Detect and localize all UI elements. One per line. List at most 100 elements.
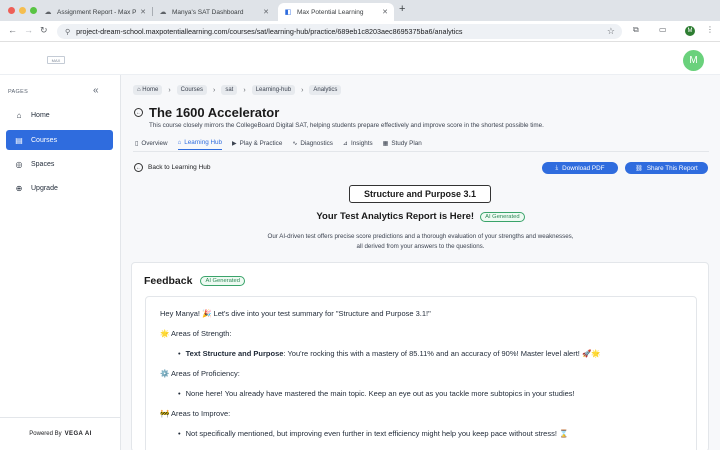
powered-by-brand: VEGA AI — [64, 431, 92, 437]
tab-overview[interactable]: ▯ Overview — [135, 140, 168, 150]
tab-insights[interactable]: ⊿ Insights — [343, 140, 373, 150]
back-arrow-icon[interactable]: ← — [134, 108, 143, 117]
sidebar-item-label: Courses — [31, 136, 58, 144]
sidebar-item-upgrade[interactable]: ⊕ Upgrade — [6, 178, 113, 198]
proficiency-heading: ⚙️ Areas of Proficiency: — [160, 369, 240, 378]
download-pdf-button[interactable]: ⤓ Download PDF — [542, 162, 618, 174]
back-arrow-icon[interactable]: ← — [8, 25, 17, 35]
tab-label: Overview — [141, 139, 168, 147]
book-icon: ▤ — [15, 135, 23, 145]
sidebar-item-courses[interactable]: ▤ Courses — [6, 130, 113, 150]
browser-tab-bar: ☁ Assignment Report - Max Pot ✕ ☁ Manya'… — [0, 0, 720, 21]
collapse-sidebar-icon[interactable]: « — [93, 85, 99, 96]
breadcrumb-sat[interactable]: sat — [221, 85, 238, 95]
maximize-window-button[interactable] — [30, 7, 37, 14]
app-logo[interactable]: MAX — [47, 56, 65, 64]
close-window-button[interactable] — [8, 7, 15, 14]
new-tab-button[interactable]: + — [399, 3, 405, 15]
improve-detail: Not specifically mentioned, but improvin… — [185, 429, 569, 438]
address-bar[interactable]: ⚲ project-dream-school.maxpotentiallearn… — [57, 24, 622, 39]
strength-topic: Text Structure and Purpose — [185, 349, 284, 358]
report-headline-text: Your Test Analytics Report is Here! — [316, 211, 475, 222]
document-icon: ▯ — [135, 140, 139, 147]
bookmark-star-icon[interactable]: ☆ — [607, 26, 615, 37]
site-info-icon[interactable]: ⚲ — [65, 28, 70, 36]
feedback-greeting: Hey Manya! 🎉 Let's dive into your test s… — [160, 309, 431, 318]
improve-heading: 🚧 Areas to Improve: — [160, 409, 231, 418]
main-content: ⌂ Home › Courses › sat › Learning-hub › … — [121, 75, 720, 450]
home-icon: ⌂ — [177, 139, 182, 146]
menu-kebab-icon[interactable]: ⋮ — [706, 25, 714, 34]
feedback-title: Feedback — [144, 275, 193, 287]
sidebar-item-label: Home — [31, 111, 50, 119]
browser-tab-max-potential[interactable]: ◧ Max Potential Learning ✕ — [278, 3, 394, 21]
ai-generated-badge: AI Generated — [480, 211, 525, 222]
course-description: This course closely mirrors the CollegeB… — [149, 122, 544, 129]
breadcrumb-analytics[interactable]: Analytics — [309, 85, 342, 95]
tab-label: Learning Hub — [184, 139, 222, 146]
link-icon: ⛓ — [635, 165, 643, 172]
improve-item: • Not specifically mentioned, but improvi… — [178, 429, 568, 438]
pulse-icon: ∿ — [292, 140, 298, 147]
bullet-icon: • — [178, 349, 181, 358]
calendar-icon: ▦ — [382, 140, 389, 147]
tab-label: Play & Practice — [239, 139, 283, 147]
subnav-divider — [133, 151, 709, 152]
extensions-icon[interactable]: ⧉ — [633, 25, 639, 35]
tab-label: Study Plan — [391, 139, 422, 147]
breadcrumb-home[interactable]: ⌂ Home — [133, 85, 163, 95]
feedback-body: Hey Manya! 🎉 Let's dive into your test s… — [145, 296, 697, 450]
tab-label: Assignment Report - Max Pot — [57, 8, 137, 16]
download-icon: ⤓ — [555, 164, 559, 171]
sidebar-item-spaces[interactable]: ◎ Spaces — [6, 154, 113, 174]
report-description: Our AI-driven test offers precise score … — [121, 232, 720, 251]
tab-diagnostics[interactable]: ∿ Diagnostics — [292, 140, 333, 150]
course-subnav: ▯ Overview ⌂ Learning Hub ▶ Play & Pract… — [135, 139, 432, 150]
back-to-learning-hub-link[interactable]: ← Back to Learning Hub — [134, 163, 211, 172]
strength-item: • Text Structure and Purpose: You're rock… — [178, 349, 601, 358]
sidebar-item-home[interactable]: ⌂ Home — [6, 105, 113, 125]
tab-label: Diagnostics — [300, 139, 333, 147]
tab-label: Insights — [350, 139, 373, 147]
back-arrow-icon: ← — [134, 163, 143, 172]
feedback-card: Feedback AI Generated Hey Manya! 🎉 Let's… — [131, 262, 709, 450]
chart-icon: ⊿ — [342, 140, 348, 147]
cloud-icon: ☁ — [159, 9, 167, 16]
cloud-icon: ☁ — [44, 9, 52, 16]
sidebar-item-label: Spaces — [31, 160, 55, 168]
browser-profile-avatar[interactable]: M — [685, 26, 695, 36]
tab-study-plan[interactable]: ▦ Study Plan — [383, 140, 422, 150]
page-title: The 1600 Accelerator — [149, 105, 280, 120]
browser-tab-assignment-report[interactable]: ☁ Assignment Report - Max Pot ✕ — [38, 3, 152, 21]
tab-learning-hub[interactable]: ⌂ Learning Hub — [177, 139, 222, 150]
proficiency-item: • None here! You already have mastered th… — [178, 389, 575, 398]
app-header: MAX M — [0, 42, 720, 75]
tab-label: Max Potential Learning — [297, 8, 364, 16]
reload-icon[interactable]: ↻ — [40, 25, 48, 36]
breadcrumb-label: Home — [142, 87, 159, 93]
chevron-right-icon: › — [301, 86, 304, 94]
chevron-right-icon: › — [168, 86, 171, 94]
close-tab-icon[interactable]: ✕ — [140, 8, 146, 16]
tab-search-icon[interactable]: ▭ — [659, 25, 667, 34]
breadcrumb: ⌂ Home › Courses › sat › Learning-hub › … — [133, 85, 342, 95]
breadcrumb-learning-hub[interactable]: Learning-hub — [251, 85, 296, 95]
breadcrumb-courses[interactable]: Courses — [176, 85, 207, 95]
minimize-window-button[interactable] — [19, 7, 26, 14]
forward-arrow-icon[interactable]: → — [24, 25, 33, 35]
report-description-line: Our AI-driven test offers precise score … — [267, 233, 574, 240]
close-tab-icon[interactable]: ✕ — [263, 8, 269, 16]
bullet-icon: • — [178, 429, 181, 438]
chevron-right-icon: › — [243, 86, 246, 94]
course-title-row: ← The 1600 Accelerator — [134, 105, 279, 120]
user-avatar[interactable]: M — [683, 50, 704, 71]
sidebar: PAGES « ⌂ Home ▤ Courses ◎ Spaces ⊕ Upgr… — [0, 75, 121, 450]
tab-play-practice[interactable]: ▶ Play & Practice — [232, 140, 282, 150]
share-report-button[interactable]: ⛓ Share This Report — [625, 162, 708, 174]
sidebar-section-label: PAGES — [8, 89, 29, 95]
strength-detail: : You're rocking this with a mastery of … — [283, 349, 601, 358]
upgrade-icon: ⊕ — [15, 183, 23, 193]
url-text: project-dream-school.maxpotentiallearnin… — [76, 27, 463, 36]
close-tab-icon[interactable]: ✕ — [382, 8, 388, 16]
browser-tab-sat-dashboard[interactable]: ☁ Manya's SAT Dashboard ✕ — [153, 3, 275, 21]
